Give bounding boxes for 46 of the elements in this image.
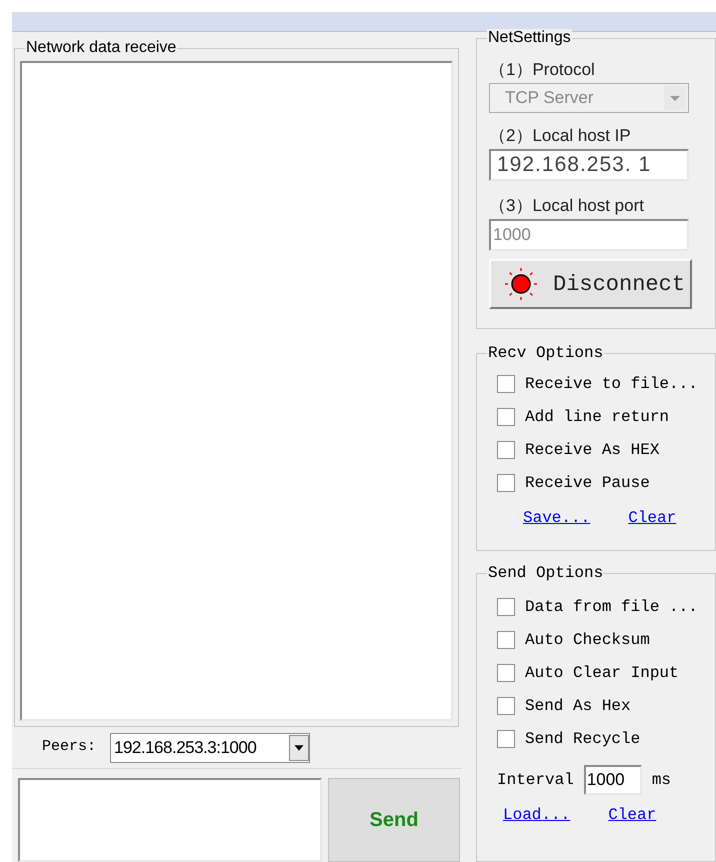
checkbox-label: Send As Hex (525, 696, 631, 717)
group-title: NetSettings (487, 29, 572, 47)
status-light-icon (503, 266, 539, 302)
ip-octet: 1 (638, 152, 652, 178)
link[interactable]: Clear (608, 803, 656, 828)
ip-octet: 192 (497, 152, 536, 178)
peers-dropdown[interactable]: 192.168.253.3:1000 (110, 732, 310, 763)
peers-label: Peers: (42, 737, 96, 758)
group-title: Recv Options (487, 344, 604, 362)
disconnect-button[interactable]: Disconnect (489, 259, 692, 309)
checkbox[interactable] (497, 664, 515, 682)
ip-field[interactable]: 192.168.253. 1 (489, 149, 689, 181)
link[interactable]: Clear (628, 506, 676, 530)
checkbox-label: Receive to file... (525, 374, 698, 396)
checkbox-label: Auto Clear Input (525, 662, 679, 684)
ip-dot: . (624, 152, 632, 178)
link[interactable]: Save... (523, 506, 590, 530)
checkbox-label: Add line return (525, 407, 670, 428)
interval-field[interactable]: 1000 (584, 765, 642, 796)
group-title: Send Options (487, 564, 604, 582)
caret-icon (664, 86, 686, 110)
checkbox[interactable] (497, 375, 515, 394)
field-label: （1）Protocol (489, 59, 596, 81)
checkbox[interactable] (497, 598, 515, 616)
checkbox-label: Receive Pause (525, 473, 650, 494)
checkbox[interactable] (497, 630, 515, 649)
checkbox-label: Send Recycle (525, 728, 640, 750)
link[interactable]: Load... (503, 803, 570, 828)
caret-icon (289, 734, 310, 761)
checkbox[interactable] (497, 474, 515, 492)
checkbox[interactable] (497, 696, 515, 715)
send-input[interactable] (18, 778, 322, 862)
ip-octet: 168 (542, 152, 580, 178)
ip-dot: . (580, 152, 587, 178)
checkbox[interactable] (497, 730, 515, 748)
checkbox-label: Data from file ... (525, 596, 698, 618)
interval-label: Interval (497, 770, 574, 792)
checkbox-label: Auto Checksum (525, 630, 650, 651)
field-label: （3）Local host port (489, 195, 645, 217)
checkbox[interactable] (497, 441, 515, 460)
ip-dot: . (535, 152, 542, 178)
checkbox-label: Receive As HEX (525, 440, 660, 462)
field-label: （2）Local host IP (489, 125, 632, 147)
interval-unit: ms (652, 770, 672, 792)
checkbox[interactable] (497, 408, 515, 426)
ip-octet: 253 (586, 152, 625, 178)
